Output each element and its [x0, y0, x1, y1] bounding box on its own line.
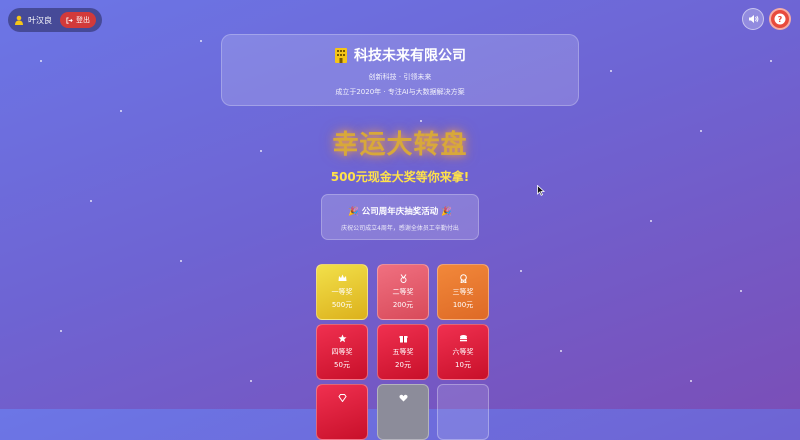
event-card: 🎉 公司周年庆抽奖活动 🎉 庆祝公司成立4周年，感谢全体员工辛勤付出 [321, 194, 479, 240]
coins-icon [459, 335, 467, 342]
user-pill: 叶汉良 登出 [8, 8, 102, 32]
help-button[interactable]: ? [769, 8, 791, 30]
prize-tile-2[interactable]: 二等奖 200元 [377, 264, 429, 320]
prize-name: 六等奖 [452, 348, 474, 356]
prize-tile-3[interactable]: 三等奖 100元 [437, 264, 489, 320]
prize-headline: 500元现金大奖等你来拿! [330, 170, 470, 184]
prize-value: 20元 [395, 361, 411, 369]
event-title: 公司周年庆抽奖活动 [361, 207, 439, 217]
event-description: 庆祝公司成立4周年，感谢全体员工辛勤付出 [341, 225, 459, 232]
prize-tile-5[interactable]: 五等奖 20元 [377, 324, 429, 380]
crown-icon [338, 274, 346, 281]
medal-icon [400, 274, 406, 283]
company-card: 科技未来有限公司 创新科技 · 引领未来 成立于2020年 · 专注AI与大数据… [221, 34, 579, 106]
prize-tile-4[interactable]: 四等奖 50元 [316, 324, 368, 380]
logout-icon [66, 16, 73, 24]
prize-tile-9[interactable] [437, 384, 489, 440]
svg-text:?: ? [778, 15, 783, 24]
party-popper-icon: 🎉 [348, 207, 359, 217]
prize-value: 500元 [331, 301, 353, 309]
party-popper-icon: 🎉 [441, 207, 452, 217]
prize-value: 100元 [452, 301, 474, 309]
star-icon [337, 334, 347, 343]
company-title-row: 科技未来有限公司 [222, 45, 578, 65]
heart-icon [398, 394, 408, 402]
help-icon: ? [774, 13, 786, 25]
prize-value: 10元 [455, 361, 471, 369]
prize-tile-7[interactable] [316, 384, 368, 440]
logout-label: 登出 [76, 16, 90, 24]
speaker-icon [748, 15, 758, 23]
prize-name: 一等奖 [331, 288, 353, 296]
mouse-cursor [537, 185, 545, 196]
user-icon [15, 15, 23, 25]
gift-icon [399, 336, 407, 343]
building-icon [335, 48, 347, 63]
company-slogan: 创新科技 · 引领未来 [368, 73, 432, 81]
prize-value: 50元 [334, 361, 350, 369]
award-icon [459, 274, 467, 283]
user-name: 叶汉良 [28, 15, 52, 25]
event-title-row: 🎉 公司周年庆抽奖活动 🎉 [322, 205, 478, 217]
diamond-icon [337, 394, 347, 402]
prize-name: 四等奖 [331, 348, 353, 356]
company-name: 科技未来有限公司 [354, 48, 466, 64]
prize-name: 二等奖 [392, 288, 414, 296]
prize-name: 五等奖 [392, 348, 414, 356]
prize-tile-8[interactable] [377, 384, 429, 440]
prize-tile-6[interactable]: 六等奖 10元 [437, 324, 489, 380]
company-info: 成立于2020年 · 专注AI与大数据解决方案 [335, 88, 465, 96]
lucky-wheel-title: 幸运大转盘 [332, 130, 468, 160]
sound-toggle-button[interactable] [742, 8, 764, 30]
prize-value: 200元 [392, 301, 414, 309]
prize-name: 三等奖 [452, 288, 474, 296]
prize-tile-1[interactable]: 一等奖 500元 [316, 264, 368, 320]
logout-button[interactable]: 登出 [60, 12, 96, 28]
